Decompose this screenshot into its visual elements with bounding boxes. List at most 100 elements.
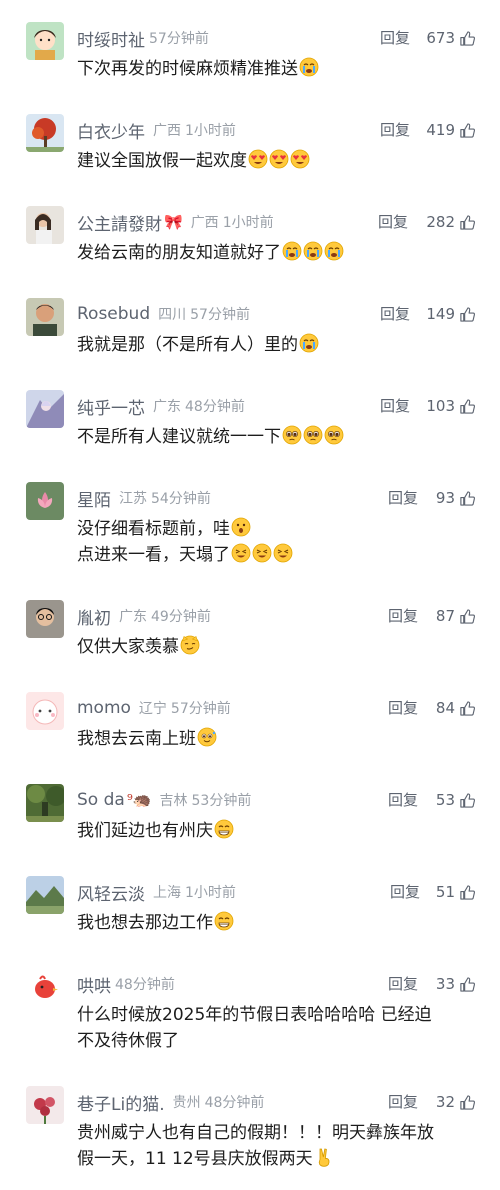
pleading-emoji-icon — [324, 425, 344, 445]
reply-button[interactable]: 回复 — [378, 210, 408, 234]
anime-art-avatar[interactable] — [26, 390, 64, 428]
tired-emoji-icon — [252, 543, 272, 563]
comment-text: 我们延边也有州庆 — [77, 818, 477, 844]
like-button[interactable]: 33 — [436, 972, 476, 996]
reply-button[interactable]: 回复 — [380, 118, 410, 142]
like-button[interactable]: 419 — [426, 118, 476, 142]
landscape-avatar[interactable] — [26, 876, 64, 914]
comment-text: 我想去云南上班 — [77, 726, 477, 752]
man-selfie-avatar[interactable] — [26, 600, 64, 638]
like-button[interactable]: 84 — [436, 696, 476, 720]
reply-button[interactable]: 回复 — [388, 486, 418, 510]
reply-button[interactable]: 回复 — [388, 788, 418, 812]
comment-time: 1小时前 — [185, 885, 236, 901]
comment-meta: 公主請發財 🎀 广西 1小时前 — [77, 210, 274, 235]
like-button[interactable]: 93 — [436, 486, 476, 510]
user-name[interactable]: 时绥时祉 — [77, 26, 145, 51]
reply-button[interactable]: 回复 — [388, 972, 418, 996]
cartoon-girl-avatar[interactable] — [26, 22, 64, 60]
like-button[interactable]: 51 — [436, 880, 476, 904]
crying-emoji-icon — [303, 241, 323, 261]
like-button[interactable]: 53 — [436, 788, 476, 812]
comment-line: 我想去云南上班 — [77, 726, 477, 752]
thumbs-up-icon — [459, 1094, 476, 1111]
comment-line: 仅供大家羡慕 — [77, 634, 477, 660]
user-location: 吉林 — [159, 793, 188, 809]
thumbs-up-icon — [459, 306, 476, 323]
comment-time: 48分钟前 — [204, 1095, 265, 1111]
user-location: 江苏 — [119, 491, 147, 507]
red-tree-avatar[interactable] — [26, 114, 64, 152]
smirk-cat-emoji-icon — [180, 635, 200, 655]
comment-line-text: 什么时候放2025年的节假日表哈哈哈哈 已经迫 — [77, 1005, 432, 1025]
user-name[interactable]: momo — [77, 698, 131, 718]
comment-line-text: 我就是那（不是所有人）里的 — [77, 335, 298, 355]
comment-time: 48分钟前 — [185, 399, 245, 415]
comment-text: 不是所有人建议就统一一下 — [77, 424, 477, 450]
victory-hand-emoji-icon — [314, 1147, 334, 1167]
comment-line: 没仔细看标题前，哇 — [77, 516, 477, 542]
comment-line: 我也想去那边工作 — [77, 910, 477, 936]
like-button[interactable]: 103 — [426, 394, 476, 418]
pink-character-avatar[interactable] — [26, 692, 64, 730]
user-badge: 🎀 — [164, 213, 183, 231]
thumbs-up-icon — [459, 792, 476, 809]
thumbs-up-icon — [459, 122, 476, 139]
lotus-avatar[interactable] — [26, 482, 64, 520]
like-button[interactable]: 673 — [426, 26, 476, 50]
reply-button[interactable]: 回复 — [388, 1090, 418, 1114]
user-location: 广西 — [153, 123, 181, 139]
surprised-emoji-icon — [231, 517, 251, 537]
forest-avatar[interactable] — [26, 784, 64, 822]
comment-text: 建议全国放假一起欢度 — [77, 148, 477, 174]
tired-emoji-icon — [273, 543, 293, 563]
user-location: 广东 — [153, 399, 181, 415]
comment-text: 我就是那（不是所有人）里的 — [77, 332, 477, 358]
man-portrait-avatar[interactable] — [26, 298, 64, 336]
comment-line-text: 没仔细看标题前，哇 — [77, 519, 230, 539]
thumbs-up-icon — [459, 398, 476, 415]
comment-line-text: 不及待休假了 — [77, 1031, 179, 1051]
like-count: 33 — [435, 975, 455, 993]
comment-meta: So da ⁹🦔 吉林 53分钟前 — [77, 788, 251, 812]
user-name[interactable]: 星陌 — [77, 486, 111, 511]
reply-button[interactable]: 回复 — [390, 880, 420, 904]
comment-line-text: 贵州威宁人也有自己的假期！！！明天彝族年放 — [77, 1123, 434, 1143]
comment-text: 仅供大家羡慕 — [77, 634, 477, 660]
comment-meta: 时绥时祉 57分钟前 — [77, 26, 209, 51]
like-button[interactable]: 32 — [436, 1090, 476, 1114]
reply-button[interactable]: 回复 — [380, 394, 410, 418]
like-count: 103 — [426, 397, 455, 415]
reply-button[interactable]: 回复 — [380, 302, 410, 326]
comment-meta: Rosebud 四川 57分钟前 — [77, 302, 250, 326]
reply-button[interactable]: 回复 — [388, 696, 418, 720]
like-button[interactable]: 282 — [426, 210, 476, 234]
reply-button[interactable]: 回复 — [380, 26, 410, 50]
user-name[interactable]: 胤初 — [77, 604, 111, 629]
user-name[interactable]: 公主請發財 — [77, 210, 162, 235]
red-bird-avatar[interactable] — [26, 968, 64, 1006]
flower-art-avatar[interactable] — [26, 1086, 64, 1124]
user-name[interactable]: So da — [77, 790, 125, 810]
comment-text: 什么时候放2025年的节假日表哈哈哈哈 已经迫 不及待休假了 — [77, 1002, 477, 1054]
heart-eyes-emoji-icon — [269, 149, 289, 169]
user-name[interactable]: Rosebud — [77, 304, 150, 324]
comment-meta: 白衣少年 广西 1小时前 — [77, 118, 236, 143]
thumbs-up-icon — [459, 490, 476, 507]
user-name[interactable]: 纯乎一芯 — [77, 394, 145, 419]
thumbs-up-icon — [459, 884, 476, 901]
like-button[interactable]: 149 — [426, 302, 476, 326]
user-name[interactable]: 风轻云淡 — [77, 880, 145, 905]
user-name[interactable]: 白衣少年 — [77, 118, 145, 143]
user-name[interactable]: 哄哄 — [77, 972, 111, 997]
like-button[interactable]: 87 — [436, 604, 476, 628]
pleading-emoji-icon — [282, 425, 302, 445]
comment-line: 不及待休假了 — [77, 1028, 477, 1054]
comment-time: 57分钟前 — [149, 31, 209, 47]
user-name[interactable]: 巷子Li的猫. — [77, 1090, 165, 1115]
comment-line-text: 点进来一看，天塌了 — [77, 545, 230, 565]
like-count: 51 — [435, 883, 455, 901]
reply-button[interactable]: 回复 — [388, 604, 418, 628]
girl-photo-avatar[interactable] — [26, 206, 64, 244]
crying-emoji-icon — [324, 241, 344, 261]
